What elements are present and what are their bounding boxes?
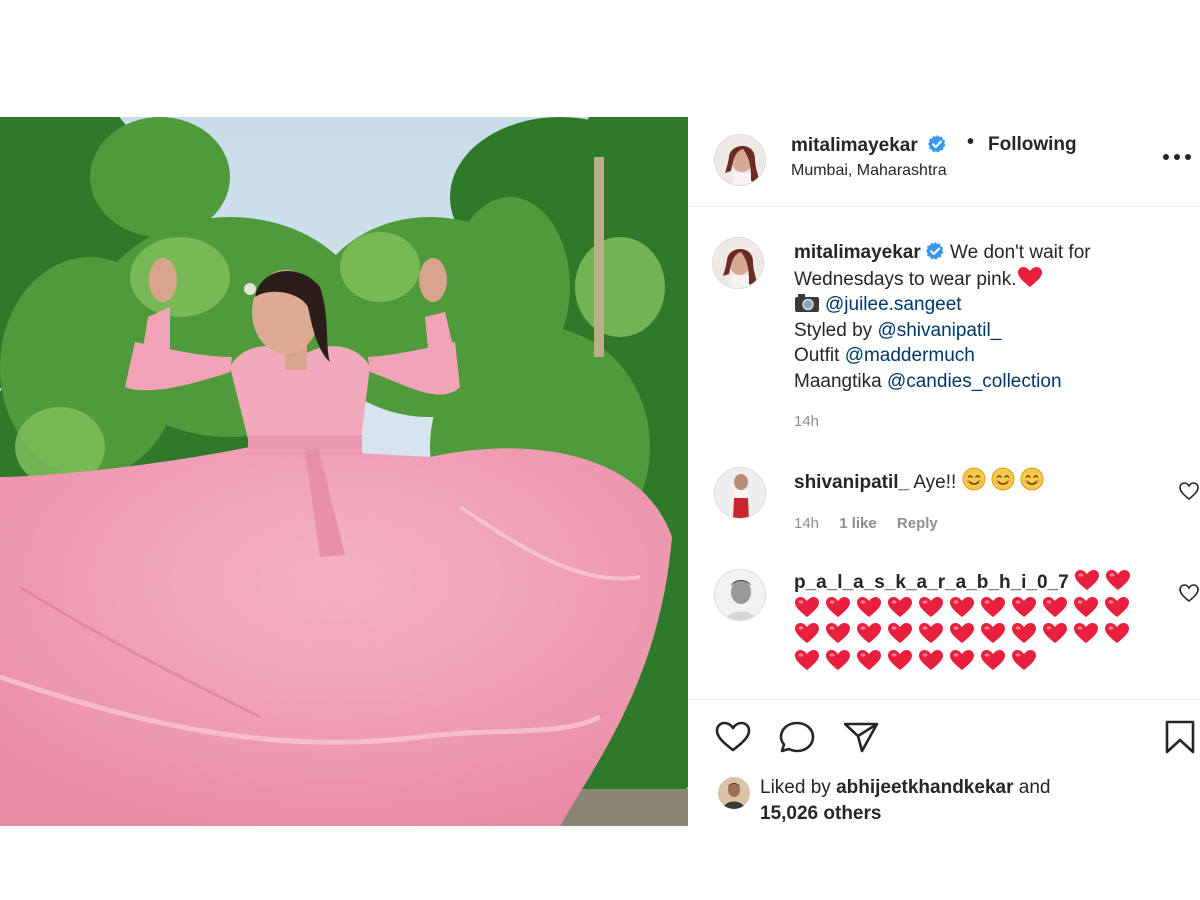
red-heart-emoji-icon [857,596,881,617]
red-heart-emoji-icon [795,623,819,643]
comment-text: p_a_l_a_s_k_a_r_a_b_h_i_0_7 [794,569,1164,675]
red-heart-emoji-icon [919,596,943,617]
paper-plane-icon[interactable] [841,719,881,755]
red-heart-emoji-icon [1074,570,1099,590]
following-button[interactable]: Following [988,134,1077,156]
likes-others-count[interactable]: 15,026 others [760,803,881,824]
comment-timestamp[interactable]: 14h [794,515,819,532]
commenter-avatar[interactable] [714,569,766,621]
red-heart-emoji-icon [1012,623,1036,643]
post-header: mitalimayekar • Following Mumbai, Mahara… [688,117,1200,207]
red-heart-emoji-icon [826,649,850,670]
red-heart-emoji-icon [981,649,1005,670]
likes-and-label: and [1018,777,1051,798]
verified-badge-icon [925,242,944,260]
outfit-label: Outfit [794,345,840,366]
red-heart-emoji-icon [919,649,943,670]
smiling-face-emoji-icon [991,467,1015,491]
post-side-panel: mitalimayekar • Following Mumbai, Mahara… [688,117,1200,826]
red-heart-emoji-icon [826,623,850,643]
red-heart-emoji-icon [950,649,974,670]
more-options-icon[interactable] [1160,147,1194,167]
liker-avatar[interactable] [718,777,750,809]
location-link[interactable]: Mumbai, Maharashtra [791,162,947,180]
likes-text: Liked by abhijeetkhandkekar and 15,026 o… [760,775,1180,827]
maangtika-label: Maangtika [794,370,882,392]
comment-username[interactable]: shivanipatil_ [794,472,909,493]
red-heart-emoji-icon [888,649,912,670]
stylist-mention[interactable]: @shivanipatil_ [877,320,1001,341]
caption-text: mitalimayekar We don't wait for Wednesda… [794,240,1174,394]
red-heart-emoji-icon [1043,596,1067,617]
red-heart-emoji-icon [888,623,912,643]
comment-reply-button[interactable]: Reply [897,515,938,532]
red-heart-emoji-icon [795,596,819,617]
post-photo[interactable] [0,117,688,826]
red-heart-emoji-icon [981,623,1005,643]
comment-like-heart-icon[interactable] [1178,481,1200,501]
camera-emoji-icon [795,294,819,312]
comment-likes-count[interactable]: 1 like [839,515,877,532]
red-heart-emoji-icon [1012,649,1036,670]
red-heart-emoji-icon [1043,623,1067,643]
red-heart-emoji-icon [795,649,819,670]
comment-username[interactable]: p_a_l_a_s_k_a_r_a_b_h_i_0_7 [794,572,1069,593]
author-username-text[interactable]: mitalimayekar [791,135,918,156]
smiley-emojis [962,467,1049,493]
photo-credit-mention[interactable]: @juilee.sangeet [825,294,962,315]
comment-text: shivanipatil_ Aye!! [794,467,1164,496]
red-heart-emoji-icon [1074,623,1098,643]
verified-badge-icon [928,135,946,153]
liked-by-label: Liked by [760,777,831,798]
caption-author-avatar[interactable] [712,237,764,289]
outfit-mention[interactable]: @maddermuch [845,345,975,366]
commenter-avatar[interactable] [714,467,766,519]
maangtika-mention[interactable]: @candies_collection [887,371,1062,392]
red-heart-emoji-icon [981,596,1005,617]
red-heart-emoji-icon [919,623,943,643]
red-heart-emoji-icon [1105,623,1129,643]
smiling-face-emoji-icon [962,467,986,491]
comment-like-heart-icon[interactable] [1178,583,1200,603]
heart-emoji-icon [1017,266,1042,287]
author-avatar[interactable] [714,134,766,186]
caption-timestamp[interactable]: 14h [794,413,819,430]
red-heart-emoji-icon [1105,570,1130,590]
author-username[interactable]: mitalimayekar [791,134,947,157]
caption-username[interactable]: mitalimayekar [794,242,921,263]
bookmark-icon[interactable] [1160,719,1200,755]
comment-bubble-icon[interactable] [777,719,817,755]
smiling-face-emoji-icon [1020,467,1044,491]
red-heart-emoji-icon [1105,596,1129,617]
separator-dot: • [967,131,975,153]
comment-body: Aye!! [913,472,957,493]
red-heart-emoji-icon [888,596,912,617]
red-heart-emoji-icon [950,623,974,643]
section-divider [688,699,1200,700]
red-heart-emoji-icon [950,596,974,617]
red-heart-emoji-icon [1074,596,1098,617]
heart-icon[interactable] [713,719,753,755]
red-heart-emoji-icon [1012,596,1036,617]
styled-label: Styled by [794,319,873,341]
comment-meta: 14h 1 like Reply [794,515,954,532]
action-bar [688,719,1200,759]
red-heart-emoji-icon [826,596,850,617]
red-heart-emoji-icon [857,623,881,643]
liker-username[interactable]: abhijeetkhandkekar [836,777,1013,798]
red-heart-emoji-icon [857,649,881,670]
